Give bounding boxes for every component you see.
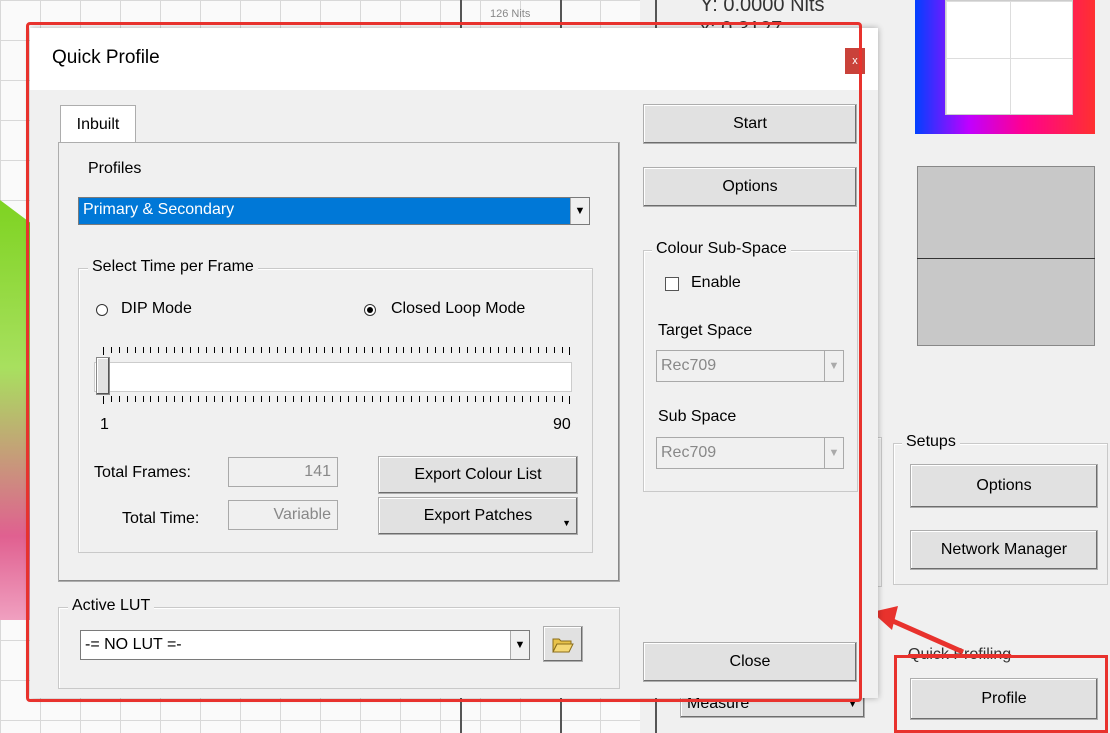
gamut-swatch-inner xyxy=(945,0,1073,115)
setups-options-button[interactable]: Options xyxy=(910,464,1098,508)
patch-divider xyxy=(917,258,1095,259)
dialog-highlight-box xyxy=(26,22,862,702)
luminance-readout: Y: 0.0000 Nits xyxy=(700,0,825,16)
annotation-arrow xyxy=(872,606,965,655)
profile-highlight-box xyxy=(894,655,1108,733)
network-manager-button[interactable]: Network Manager xyxy=(910,530,1098,570)
setups-legend: Setups xyxy=(902,433,960,451)
nits-label: 126 Nits xyxy=(490,8,531,20)
patch-preview xyxy=(917,166,1095,346)
